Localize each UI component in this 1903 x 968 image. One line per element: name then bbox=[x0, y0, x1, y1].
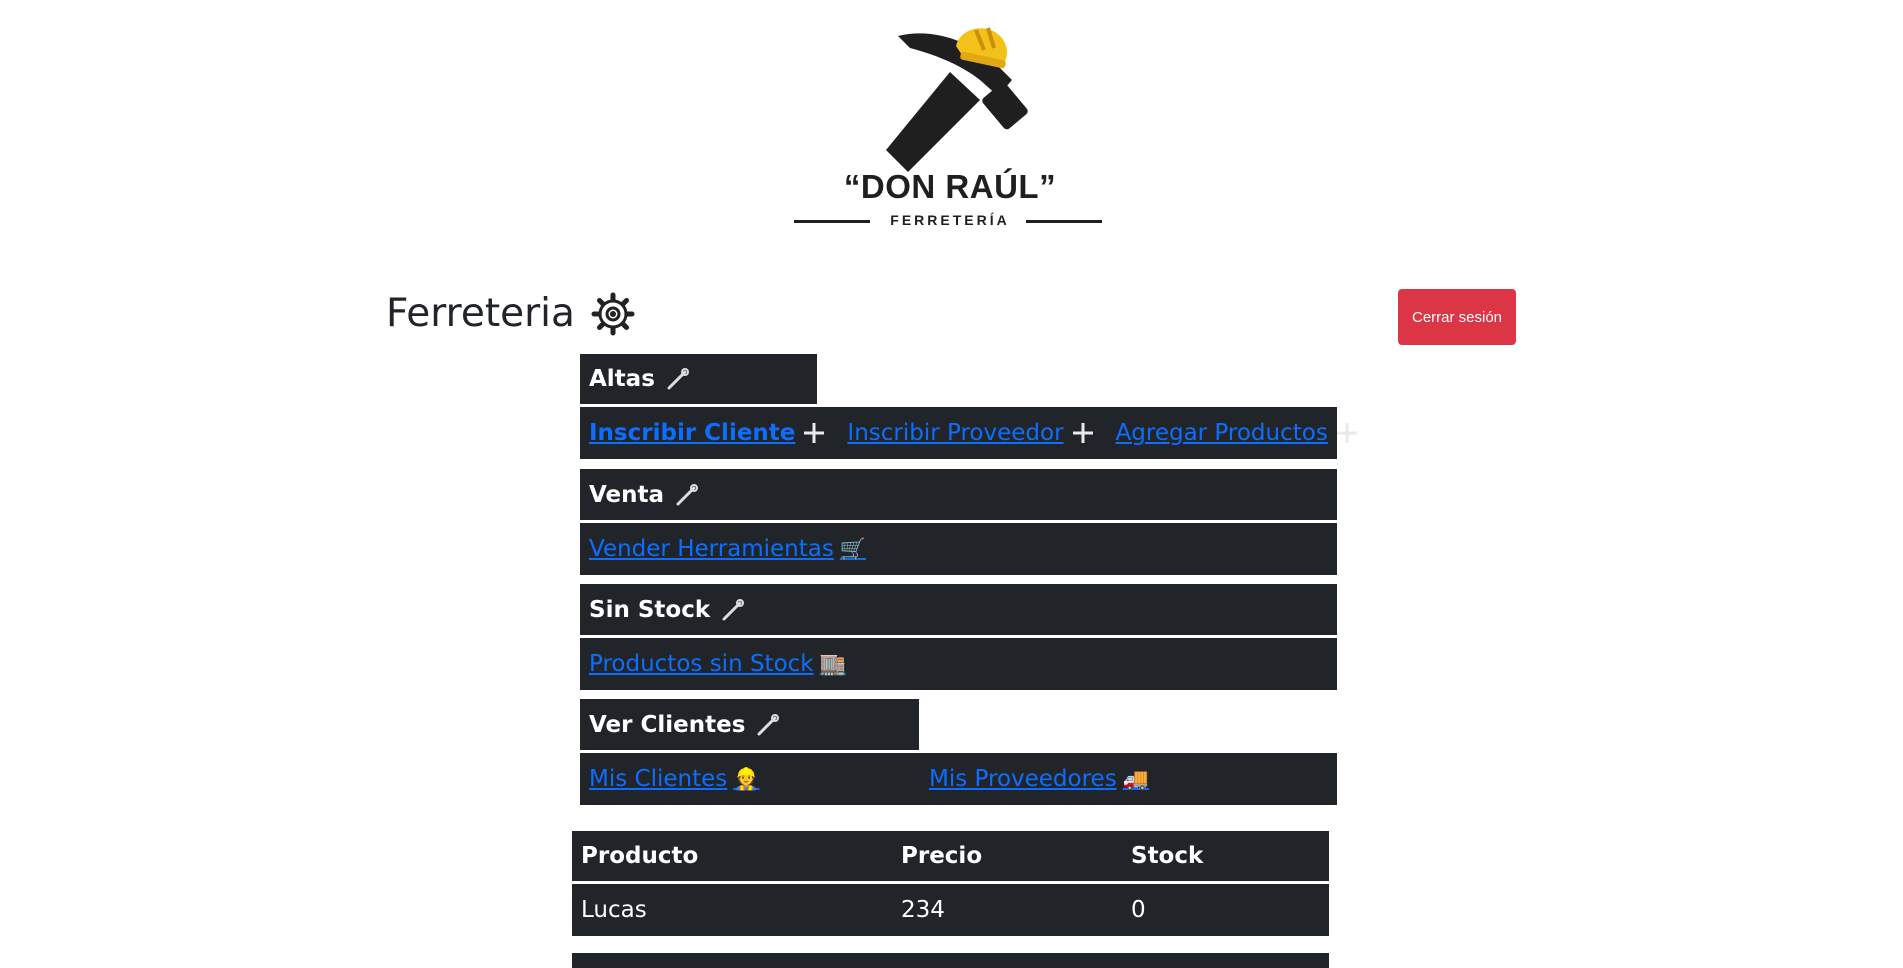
store-icon: 🏬 bbox=[819, 651, 846, 676]
link-productos-sin-stock-label: Productos sin Stock bbox=[589, 651, 814, 677]
construction-worker-icon: 👷 bbox=[733, 766, 760, 791]
section-label-ver-clientes: Ver Clientes bbox=[589, 711, 746, 738]
table-divider bbox=[572, 881, 1329, 883]
link-agregar-productos[interactable]: Agregar Productos bbox=[1116, 420, 1360, 446]
link-agregar-productos-label: Agregar Productos bbox=[1115, 420, 1328, 446]
link-productos-sin-stock[interactable]: Productos sin Stock 🏬 bbox=[589, 651, 846, 677]
logo-subtitle: FERRETERÍA bbox=[890, 212, 1010, 228]
section-links-venta: Vender Herramientas 🛒 bbox=[580, 523, 1337, 575]
link-mis-clientes[interactable]: Mis Clientes 👷 bbox=[589, 766, 929, 792]
section-label-venta: Venta bbox=[589, 481, 665, 508]
link-inscribir-cliente-label: Inscribir Cliente bbox=[589, 420, 796, 446]
plus-icon bbox=[804, 423, 825, 443]
gear-icon bbox=[591, 292, 635, 336]
wrench-icon bbox=[757, 713, 780, 735]
link-vender-herramientas[interactable]: Vender Herramientas 🛒 bbox=[589, 536, 866, 562]
link-inscribir-proveedor-label: Inscribir Proveedor bbox=[847, 420, 1064, 446]
section-label-altas: Altas bbox=[589, 366, 655, 392]
column-header-producto: Producto bbox=[581, 843, 699, 869]
plus-icon bbox=[1336, 423, 1357, 443]
column-header-stock: Stock bbox=[1131, 843, 1204, 869]
page-title-text: Ferreteria bbox=[386, 291, 575, 336]
link-vender-herramientas-label: Vender Herramientas bbox=[589, 536, 834, 562]
logo-title: “DON RAÚL” bbox=[843, 168, 1057, 205]
link-inscribir-proveedor[interactable]: Inscribir Proveedor bbox=[847, 420, 1095, 446]
wrench-icon bbox=[676, 483, 699, 505]
page-title: Ferreteria bbox=[386, 288, 635, 340]
cell-stock: 0 bbox=[1131, 897, 1146, 923]
cell-precio: 234 bbox=[901, 897, 945, 923]
wrench-icon bbox=[667, 368, 689, 390]
link-mis-proveedores[interactable]: Mis Proveedores 🚚 bbox=[929, 766, 1149, 792]
logout-button[interactable]: Cerrar sesión bbox=[1398, 289, 1516, 345]
section-label-sin-stock: Sin Stock bbox=[589, 596, 711, 623]
section-links-altas: Inscribir Cliente Inscribir Proveedor Ag… bbox=[580, 407, 1357, 459]
delivery-truck-icon: 🚚 bbox=[1122, 766, 1149, 791]
table-row: Lucas 234 0 bbox=[572, 884, 1329, 936]
store-logo: “DON RAÚL” FERRETERÍA bbox=[790, 20, 1110, 235]
link-mis-clientes-label: Mis Clientes bbox=[589, 766, 728, 792]
section-header-ver-clientes: Ver Clientes bbox=[580, 699, 919, 750]
logo-left-line bbox=[794, 220, 870, 223]
cell-producto: Lucas bbox=[581, 897, 647, 923]
wrench-icon bbox=[722, 598, 745, 620]
section-links-ver-clientes: Mis Clientes 👷 Mis Proveedores 🚚 bbox=[580, 753, 1337, 805]
link-inscribir-cliente[interactable]: Inscribir Cliente bbox=[589, 420, 827, 446]
logo-right-line bbox=[1026, 220, 1102, 223]
next-table-header-partial bbox=[572, 953, 1329, 968]
section-links-sin-stock: Productos sin Stock 🏬 bbox=[580, 638, 1337, 690]
link-mis-proveedores-label: Mis Proveedores bbox=[929, 766, 1117, 792]
section-header-venta: Venta bbox=[580, 469, 1337, 520]
column-header-precio: Precio bbox=[901, 843, 983, 869]
section-header-sin-stock: Sin Stock bbox=[580, 584, 1337, 635]
plus-icon bbox=[1072, 423, 1093, 443]
shopping-cart-icon: 🛒 bbox=[839, 536, 867, 561]
products-table-header: Producto Precio Stock bbox=[572, 831, 1329, 881]
section-header-altas: Altas bbox=[580, 354, 817, 404]
